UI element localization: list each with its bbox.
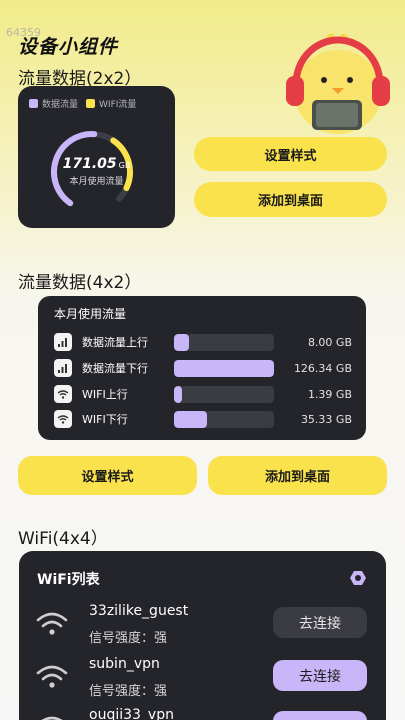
- legend: 数据流量 WIFI流量: [29, 97, 136, 110]
- usage-row-label: 数据流量下行: [82, 362, 148, 375]
- usage-bar-fill: [174, 385, 182, 403]
- usage-bar-track: [174, 333, 274, 351]
- usage-bar-fill: [174, 333, 189, 351]
- usage-row: WIFI上行 1.39 GB: [54, 384, 354, 404]
- wifi-list-title: WiFi列表: [37, 572, 100, 588]
- wifi-name: 33zilike_guest: [89, 603, 189, 619]
- wifi-strength: 信号强度：强: [89, 631, 168, 646]
- legend-item-data: 数据流量: [29, 97, 78, 110]
- usage-row-value: 126.34 GB: [293, 361, 352, 375]
- usage-row: 数据流量下行 126.34 GB: [54, 358, 354, 378]
- connect-button[interactable]: 去连接: [273, 607, 367, 638]
- wifi-name: subin_vpn: [89, 656, 160, 672]
- legend-label-data: 数据流量: [42, 100, 79, 110]
- usage-row-label: WIFI上行: [82, 388, 128, 401]
- wifi-name: ouqii33_vpn: [89, 707, 174, 720]
- usage-bar-fill: [174, 410, 207, 428]
- total-usage-unit: GB: [118, 161, 131, 170]
- add-to-desktop-button-2x2[interactable]: 添加到桌面: [194, 182, 387, 217]
- mascot-illustration: [286, 33, 390, 134]
- wifi-signal-icon: [41, 716, 63, 720]
- legend-swatch-data: [29, 99, 38, 108]
- usage-bar-track: [174, 359, 274, 377]
- section-title-4x2: 流量数据(4x2）: [18, 273, 142, 293]
- usage-bar-track: [174, 410, 274, 428]
- wifi-icon: [54, 410, 72, 428]
- usage-bar-track: [174, 385, 274, 403]
- cellular-signal-icon: [54, 359, 72, 377]
- total-usage-caption: 本月使用流量: [69, 177, 124, 187]
- page-title: 设备小组件: [18, 36, 119, 58]
- settings-icon[interactable]: [349, 569, 367, 587]
- wifi-strength: 信号强度：强: [89, 684, 168, 699]
- total-usage-value: 171.05 GB: [18, 156, 175, 172]
- usage-row-label: 数据流量上行: [82, 336, 148, 349]
- wifi-list-item[interactable]: subin_vpn 信号强度：强 去连接: [35, 656, 375, 702]
- usage-row: 数据流量上行 8.00 GB: [54, 332, 354, 352]
- legend-swatch-wifi: [86, 99, 96, 108]
- legend-label-wifi: WIFI流量: [99, 100, 137, 110]
- wifi-icon: [54, 385, 72, 403]
- connect-button[interactable]: 去连接: [273, 660, 367, 691]
- usage-row-value: 8.00 GB: [307, 335, 352, 349]
- usage-row-label: WIFI下行: [82, 413, 128, 426]
- wifi-list-item[interactable]: ouqii33_vpn: [35, 707, 375, 720]
- set-style-button-2x2[interactable]: 设置样式: [194, 137, 387, 171]
- usage-row-value: 1.39 GB: [307, 387, 352, 401]
- widget-2x2-card[interactable]: 数据流量 WIFI流量 171.05 GB 本月使用流量: [18, 86, 175, 228]
- cellular-signal-icon: [54, 333, 72, 351]
- usage-row-value: 35.33 GB: [300, 412, 352, 426]
- widget-4x2-title: 本月使用流量: [54, 307, 127, 321]
- section-title-4x4: WiFi(4x4）: [18, 529, 108, 549]
- widget-4x4-card[interactable]: WiFi列表 33zilike_guest 信号强度：强 去连接 subin_v…: [19, 551, 386, 720]
- usage-bar-fill: [174, 359, 274, 377]
- wifi-list-item[interactable]: 33zilike_guest 信号强度：强 去连接: [35, 603, 375, 649]
- total-usage-number: 171.05: [62, 156, 117, 172]
- wifi-signal-icon: [36, 612, 68, 635]
- widget-4x2-card[interactable]: 本月使用流量 数据流量上行 8.00 GB 数据流量下行 126.34 GB W…: [38, 296, 366, 440]
- wifi-signal-icon: [36, 665, 68, 688]
- set-style-button-4x2[interactable]: 设置样式: [18, 456, 197, 495]
- usage-row: WIFI下行 35.33 GB: [54, 409, 354, 429]
- legend-item-wifi: WIFI流量: [86, 97, 136, 110]
- connect-button[interactable]: [273, 711, 367, 720]
- add-to-desktop-button-4x2[interactable]: 添加到桌面: [208, 456, 387, 495]
